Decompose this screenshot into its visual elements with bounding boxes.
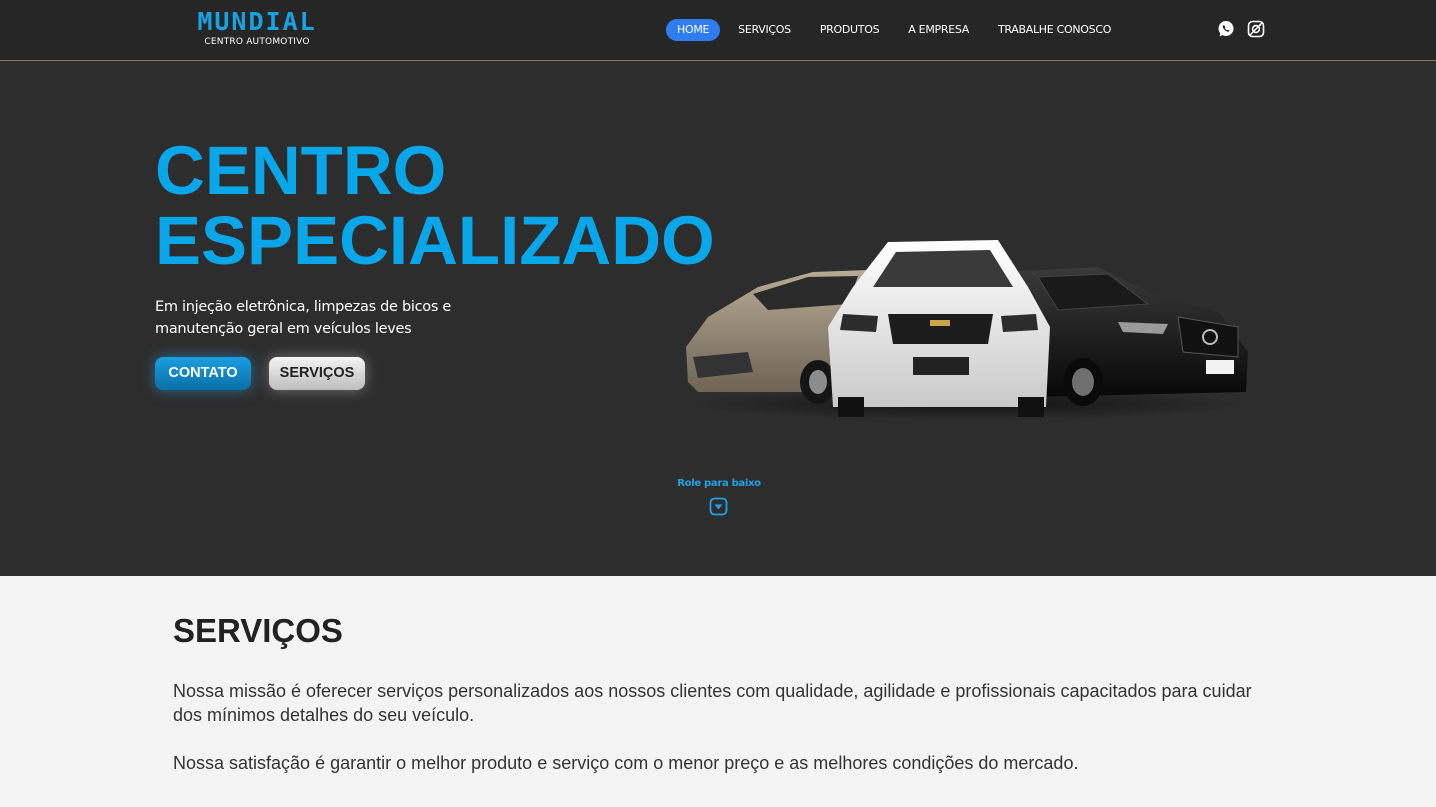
logo-name: MUNDIAL [197, 7, 317, 36]
nav-item-trabalhe-conosco[interactable]: TRABALHE CONOSCO [987, 19, 1122, 41]
hero-title: CENTRO ESPECIALIZADO [155, 136, 715, 276]
hero-title-line2: ESPECIALIZADO [155, 202, 715, 279]
logo[interactable]: MUNDIAL CENTRO AUTOMOTIVO [172, 8, 342, 50]
instagram-icon[interactable] [1246, 19, 1266, 39]
services-paragraph-1: Nossa missão é oferecer serviços persona… [173, 681, 1252, 725]
services-title: SERVIÇOS [173, 612, 343, 649]
main-nav: HOME SERVIÇOS PRODUTOS A EMPRESA TRABALH… [666, 19, 1129, 41]
whatsapp-icon[interactable] [1216, 19, 1236, 39]
contact-button[interactable]: CONTATO [155, 357, 251, 390]
scroll-hint: Role para baixo [677, 478, 761, 489]
cars-image [686, 240, 1248, 420]
services-paragraph-2: Nossa satisfação é garantir o melhor pro… [173, 753, 1079, 773]
hero-title-line1: CENTRO [155, 132, 447, 209]
car-center [828, 240, 1050, 417]
social-links [1216, 19, 1276, 39]
hero-subtitle: Em injeção eletrônica, limpezas de bicos… [155, 299, 452, 337]
services-button[interactable]: SERVIÇOS [269, 357, 365, 390]
nav-item-servicos[interactable]: SERVIÇOS [727, 19, 802, 41]
scroll-down-icon[interactable] [709, 497, 728, 516]
hero-section: CENTRO ESPECIALIZADO Em injeção eletrôni… [0, 62, 1436, 576]
services-section: SERVIÇOS Nossa missão é oferecer serviço… [0, 576, 1436, 807]
nav-item-produtos[interactable]: PRODUTOS [809, 19, 890, 41]
site-header: MUNDIAL CENTRO AUTOMOTIVO HOME SERVIÇOS … [0, 0, 1436, 61]
logo-subtitle: CENTRO AUTOMOTIVO [204, 37, 310, 47]
nav-item-home[interactable]: HOME [666, 19, 721, 41]
nav-item-a-empresa[interactable]: A EMPRESA [897, 19, 980, 41]
